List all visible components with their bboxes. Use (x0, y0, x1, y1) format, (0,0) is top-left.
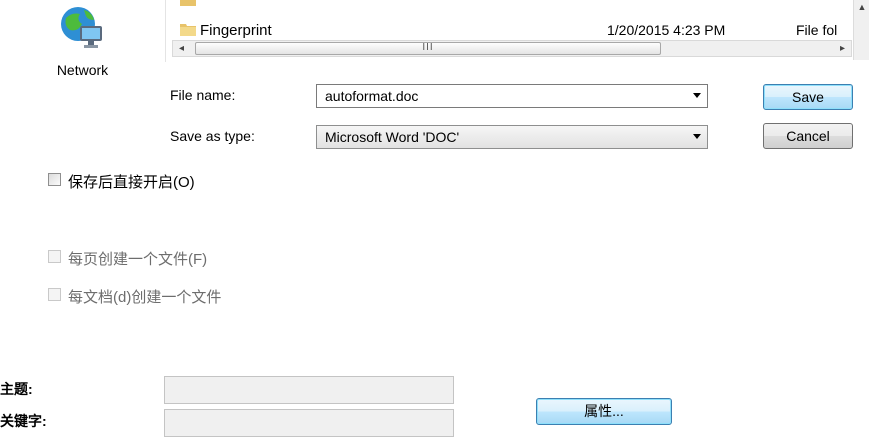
cancel-button[interactable]: Cancel (763, 123, 853, 149)
subject-field[interactable] (164, 376, 454, 404)
navigation-pane: Network (0, 0, 165, 118)
save-button[interactable]: Save (763, 84, 853, 110)
file-name-value[interactable]: autoformat.doc (325, 88, 418, 104)
file-per-page-checkbox (48, 250, 61, 263)
scroll-grip: III (422, 42, 434, 53)
file-list: Fingerprint 1/20/2015 4:23 PM File fol ◂… (165, 0, 869, 62)
file-type-cell: File fol (796, 22, 838, 38)
scroll-right-arrow-icon[interactable]: ▸ (834, 41, 851, 56)
dropdown-arrow-icon[interactable] (693, 134, 701, 139)
file-list-row[interactable]: Fingerprint 1/20/2015 4:23 PM File fol (166, 20, 869, 42)
folder-icon-partial (180, 0, 196, 6)
open-after-save-label[interactable]: 保存后直接开启(O) (68, 171, 195, 192)
file-per-document-checkbox (48, 288, 61, 301)
dropdown-arrow-icon[interactable] (693, 93, 701, 98)
scroll-up-arrow-icon[interactable]: ▲ (854, 0, 869, 14)
subject-label: 主题: (0, 381, 33, 397)
save-as-type-select[interactable]: Microsoft Word 'DOC' (316, 125, 708, 149)
file-name-label: File name: (170, 87, 236, 103)
keywords-field[interactable] (164, 409, 454, 437)
file-name-combobox[interactable]: autoformat.doc (316, 84, 708, 108)
file-per-page-label: 每页创建一个文件(F) (68, 251, 208, 268)
file-date-cell: 1/20/2015 4:23 PM (607, 22, 726, 38)
file-name-cell: Fingerprint (200, 22, 272, 39)
save-as-type-value: Microsoft Word 'DOC' (325, 129, 460, 145)
file-per-document-label: 每文档(d)创建一个文件 (68, 289, 222, 306)
properties-button[interactable]: 属性... (536, 398, 672, 425)
vertical-scrollbar[interactable]: ▲ (853, 0, 869, 60)
network-globe-icon[interactable] (58, 4, 106, 50)
save-as-type-label: Save as type: (170, 128, 255, 144)
scroll-left-arrow-icon[interactable]: ◂ (173, 41, 190, 56)
scroll-thumb[interactable]: III (195, 42, 661, 55)
open-after-save-checkbox[interactable] (48, 173, 61, 186)
horizontal-scrollbar[interactable]: ◂ III ▸ (172, 40, 852, 57)
folder-icon (180, 22, 196, 36)
keywords-label: 关键字: (0, 413, 47, 429)
network-label[interactable]: Network (0, 62, 165, 78)
